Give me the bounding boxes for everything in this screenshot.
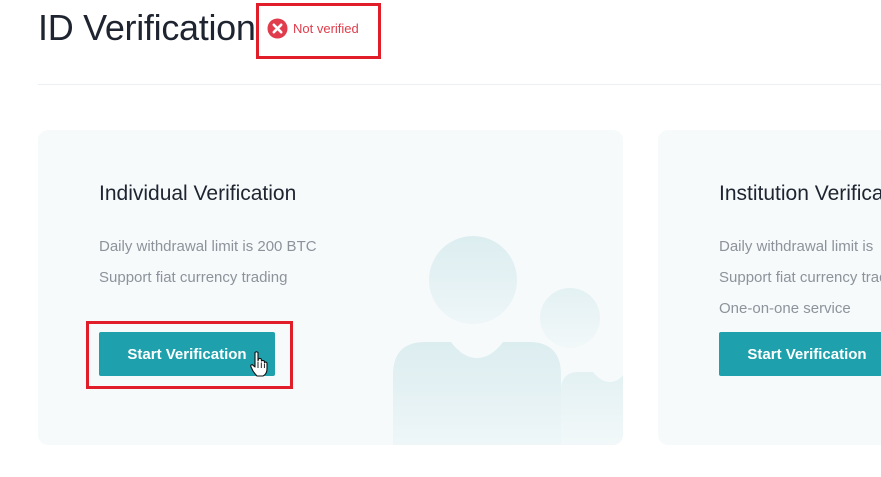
- page-title: ID Verification: [38, 7, 256, 48]
- header-divider: [38, 84, 881, 85]
- hand-cursor-icon: [250, 351, 268, 377]
- card-title: Institution Verification: [719, 182, 881, 205]
- individual-verification-card: Individual Verification Daily withdrawal…: [38, 130, 623, 445]
- feature-item: Support fiat currency trading: [99, 269, 288, 286]
- start-verification-button[interactable]: Start Verification: [99, 332, 275, 376]
- feature-item: Support fiat currency trading: [719, 269, 881, 286]
- status-label: Not verified: [293, 20, 359, 36]
- people-illustration: [393, 236, 623, 445]
- feature-item: Daily withdrawal limit is 200 BTC: [99, 238, 317, 255]
- institution-verification-card: Institution Verification Daily withdrawa…: [658, 130, 881, 445]
- status-badge: Not verified: [267, 16, 359, 40]
- start-verification-button[interactable]: Start Verification: [719, 332, 881, 376]
- feature-item: One-on-one service: [719, 300, 851, 317]
- feature-item: Daily withdrawal limit is: [719, 238, 874, 255]
- error-circle-icon: [267, 18, 288, 38]
- card-title: Individual Verification: [99, 182, 297, 205]
- id-verification-page: ID Verification Not verified Individual …: [0, 0, 881, 477]
